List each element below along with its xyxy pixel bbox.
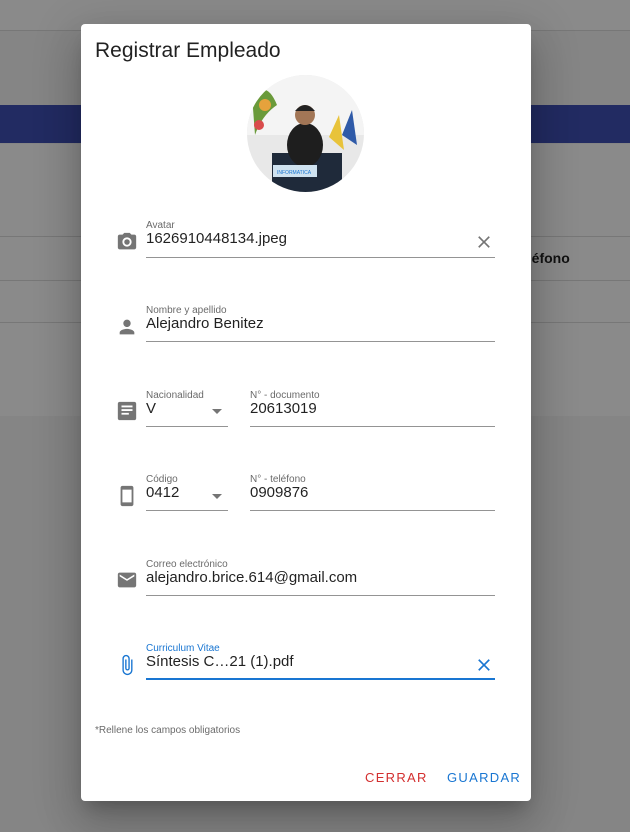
field-underline xyxy=(146,510,228,511)
field-underline xyxy=(146,257,495,258)
avatar-field-value: 1626910448134.jpeg xyxy=(146,230,287,247)
field-underline xyxy=(250,510,495,511)
required-fields-note: *Rellene los campos obligatorios xyxy=(95,725,241,736)
chevron-down-icon[interactable] xyxy=(212,494,222,499)
phone-code-value: 0412 xyxy=(146,484,180,501)
document-value: 20613019 xyxy=(250,400,317,417)
id-card-icon xyxy=(117,401,137,421)
register-employee-dialog: Registrar Empleado INFORMATICA Avatar 16… xyxy=(81,24,531,801)
person-icon xyxy=(119,319,135,335)
field-underline xyxy=(146,426,228,427)
name-field-value: Alejandro Benitez xyxy=(146,315,264,332)
svg-text:INFORMATICA: INFORMATICA xyxy=(277,170,312,176)
field-underline xyxy=(146,595,495,596)
avatar-file-field[interactable]: Avatar 1626910448134.jpeg xyxy=(146,220,495,258)
email-value: alejandro.brice.614@gmail.com xyxy=(146,569,358,586)
phone-icon xyxy=(120,485,134,507)
close-button[interactable]: CERRAR xyxy=(357,764,436,792)
paperclip-icon xyxy=(122,654,133,676)
cv-file-field[interactable]: Curriculum Vitae Síntesis C…21 (1).pdf xyxy=(146,643,495,680)
mail-icon xyxy=(117,572,137,588)
field-underline xyxy=(250,426,495,427)
phone-number-field[interactable]: N° - teléfono 0909876 xyxy=(250,474,495,511)
chevron-down-icon[interactable] xyxy=(212,409,222,414)
nationality-value: V xyxy=(146,400,157,417)
field-underline-focused xyxy=(146,678,495,680)
avatar-preview: INFORMATICA xyxy=(247,75,364,192)
phone-value: 0909876 xyxy=(250,484,309,501)
clear-avatar-icon[interactable] xyxy=(474,232,494,252)
email-field[interactable]: Correo electrónico alejandro.brice.614@g… xyxy=(146,559,495,596)
dialog-title: Registrar Empleado xyxy=(95,39,281,62)
save-button[interactable]: GUARDAR xyxy=(439,764,529,792)
camera-icon xyxy=(117,232,137,250)
name-field[interactable]: Nombre y apellido Alejandro Benitez xyxy=(146,305,495,342)
cv-value: Síntesis C…21 (1).pdf xyxy=(146,653,294,670)
field-underline xyxy=(146,341,495,342)
document-number-field[interactable]: N° - documento 20613019 xyxy=(250,390,495,427)
clear-cv-icon[interactable] xyxy=(474,655,494,675)
phone-code-select[interactable]: Código 0412 xyxy=(146,474,228,511)
